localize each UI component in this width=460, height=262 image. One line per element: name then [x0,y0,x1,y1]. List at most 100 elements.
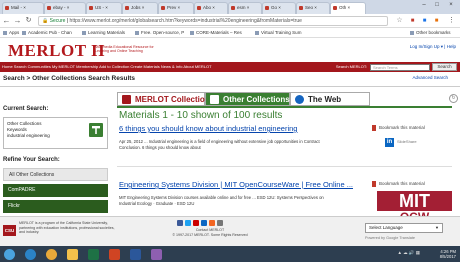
close-icon[interactable]: × [445,1,457,10]
browser-tab[interactable]: Seo × [296,2,330,14]
result-title-link[interactable]: 6 things you should know about industria… [119,124,297,133]
bookmark-item[interactable]: Free. Open-source, P [135,28,184,37]
facebook-icon[interactable] [177,220,183,226]
browser-tab[interactable]: Jobs × [122,2,158,14]
advanced-search-link[interactable]: Advanced Search [412,75,448,80]
bookmark-item[interactable]: Virtual Training Sum [255,28,301,37]
tab-favicon-icon [265,6,269,10]
forward-icon[interactable]: → [13,16,22,26]
rss-icon[interactable] [209,220,215,226]
bookmark-item[interactable]: CORE-Materials – Res [190,28,242,37]
browser-tab-active[interactable]: Oth × [330,2,366,14]
contact-text: Contact MERLOT © 1997-2017 MERLOT. Some … [172,228,248,237]
powerpoint-icon[interactable] [109,249,120,260]
results-heading: Materials 1 - 10 shown of 100 results [119,110,283,121]
search-label: Search MERLOT: [335,64,367,69]
refine-item-all-other-collections[interactable]: All Other Collections [3,168,108,181]
url-text: https://www.merlot.org/merlot/globalsear… [69,18,302,24]
collection-tabs: MERLOT Collection Other Collections The … [117,92,452,106]
tab-favicon-icon [231,6,235,10]
extension-icon[interactable]: ■ [432,16,441,26]
linkedin-icon: in [385,138,394,147]
back-icon[interactable]: ← [2,16,11,26]
csu-logo: CSU [3,225,16,236]
tab-favicon-icon [5,6,9,10]
tab-merlot-collection[interactable]: MERLOT Collection [117,92,210,106]
twitter-icon[interactable] [185,220,191,226]
tab-other-collections[interactable]: Other Collections [205,92,290,106]
browser-tab[interactable]: Go × [262,2,296,14]
browser-tab[interactable]: Prev × [158,2,194,14]
bookmark-material-link[interactable]: Bookmark this material [372,181,425,187]
bookmarks-bar: Apps Academic Pub - Chan Learning Materi… [0,28,460,38]
globe-icon [295,95,304,104]
menu-icon[interactable]: ⋮ [447,16,456,26]
browser-tab[interactable]: ebay - × [44,2,86,14]
word-icon[interactable] [130,249,141,260]
maximize-icon[interactable]: □ [431,1,443,10]
other-collections-icon [210,95,219,104]
linkedin-icon[interactable] [201,220,207,226]
divider [0,86,460,87]
bookmark-item[interactable]: Learning Materials [82,28,125,37]
site-header: MERLOT II Multimedia Educational Resourc… [0,38,460,62]
refine-label: Refine Your Search: [3,157,60,163]
refresh-icon[interactable]: ↻ [449,94,458,103]
merlot-logo[interactable]: MERLOT II [8,41,105,61]
refine-item-compadre[interactable]: ComPADRE [3,184,108,197]
minimize-icon[interactable]: – [418,1,430,10]
excel-icon[interactable] [88,249,99,260]
browser-tab[interactable]: Mail - × [2,2,44,14]
result-title-link[interactable]: Engineering Systems Division | MIT OpenC… [119,180,353,189]
divider [117,166,452,167]
merlot-collection-icon [122,95,131,104]
bookmark-item[interactable]: Academic Pub - Chan [22,28,72,37]
tab-favicon-icon [161,6,165,10]
tab-favicon-icon [333,6,337,10]
file-explorer-icon[interactable] [67,249,78,260]
browser-tab[interactable]: Abo × [194,2,228,14]
ie-icon[interactable] [25,249,36,260]
youtube-icon[interactable] [193,220,199,226]
site-tagline: Multimedia Educational Resource for Lear… [95,45,154,53]
current-search-label: Current Search: [3,106,49,112]
bookmark-item[interactable]: Apps [3,28,19,37]
result-description: Apr 25, 2012 ... Industrial engineering … [119,139,320,150]
clock[interactable]: 4:26 PM 8/5/2017 [440,249,456,259]
chrome-icon[interactable] [46,249,57,260]
google-translate-credit: Powered by Google Translate [365,236,416,240]
search-button[interactable]: Search [432,63,457,71]
secure-label: Secure [49,18,66,24]
bookmark-item[interactable]: Other bookmarks [410,28,451,37]
login-link[interactable]: Log In/Sign Up ▾ | Help [410,44,456,50]
reload-icon[interactable]: ↻ [24,16,33,26]
source-badge: in SlideShare [385,138,417,147]
refine-item-flickr[interactable]: Flickr [3,200,108,213]
tab-favicon-icon [47,6,51,10]
clock-date: 8/5/2017 [439,254,456,259]
tab-the-web[interactable]: The Web [290,92,370,106]
system-tray[interactable]: ▲ ☁ 🔊 ▦ [397,250,420,256]
browser-tab[interactable]: US - × [86,2,122,14]
bookmark-material-link[interactable]: Bookmark this material [372,125,425,131]
site-nav-links[interactable]: Home Search Communities My MERLOT Member… [2,62,212,72]
divider [117,106,452,108]
photos-icon[interactable] [151,249,162,260]
browser-tab-strip: Mail - × ebay - × US - × Jobs × Prev × A… [0,0,460,14]
result-description: MIT Engineering Systems Division courses… [119,195,324,206]
site-footer: CSU MERLOT is a program of the Californi… [0,216,460,246]
current-search-box: Other Collections Keywords industrial en… [3,117,108,149]
breadcrumb: Search > Other Collections Search Result… [3,75,136,82]
browser-tab[interactable]: esm × [228,2,262,14]
chevron-down-icon: ▼ [435,225,439,230]
url-field[interactable]: 🔒 Secure | https://www.merlot.org/merlot… [38,16,388,26]
extension-icon[interactable]: ■ [408,16,417,26]
start-icon[interactable] [4,249,15,260]
extension-icon[interactable]: ■ [420,16,429,26]
current-search-text: Other Collections Keywords industrial en… [7,121,50,138]
language-select[interactable]: Select Language ▼ [365,223,443,233]
search-input[interactable]: Search Terms [370,64,430,71]
star-icon[interactable]: ☆ [395,16,404,26]
footer-text: MERLOT is a program of the California St… [19,221,115,234]
flickr-icon[interactable] [217,220,223,226]
